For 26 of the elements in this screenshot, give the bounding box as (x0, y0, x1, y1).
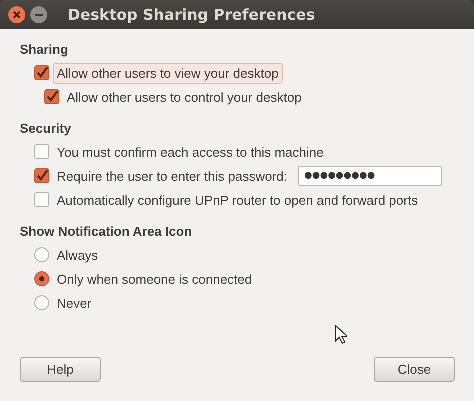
checkbox[interactable] (34, 144, 50, 160)
mouse-pointer-icon (335, 325, 347, 344)
option-label: You must confirm each access to this machine (56, 144, 325, 162)
dialog-button[interactable]: Close (374, 357, 455, 382)
close-icon[interactable] (8, 6, 26, 24)
window-title: Desktop Sharing Preferences (68, 6, 316, 24)
option-label: Automatically configure UPnP router to open and forward ports (56, 192, 420, 210)
option-label: Only when someone is connected (56, 270, 254, 289)
section-heading: Sharing (20, 41, 70, 59)
radio-button[interactable] (34, 247, 50, 263)
section-heading: Show Notification Area Icon (20, 223, 194, 241)
checkbox[interactable] (34, 168, 50, 184)
checkbox[interactable] (34, 65, 50, 81)
option-label: Allow other users to control your desktop (66, 88, 303, 107)
dialog-button[interactable]: Help (20, 357, 101, 382)
option-label: Require the user to enter this password: (56, 168, 289, 186)
checkbox[interactable] (34, 192, 50, 208)
option-label: Allow other users to view your desktop (53, 62, 283, 84)
radio-button[interactable] (34, 271, 50, 287)
radio-button[interactable] (34, 295, 50, 311)
section-heading: Security (20, 120, 72, 138)
option-label: Always (56, 246, 100, 265)
option-label: Never (56, 294, 93, 312)
checkbox[interactable] (44, 89, 60, 105)
password-field[interactable]: ●●●●●●●●● (298, 166, 442, 186)
minimize-icon[interactable] (30, 6, 48, 24)
